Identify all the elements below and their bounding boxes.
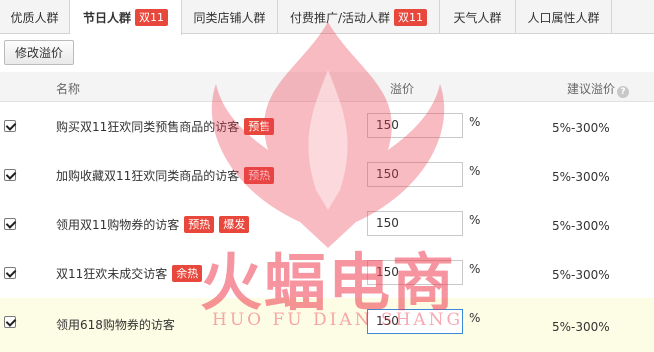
tab-quality-crowd[interactable]: 优质人群 [0, 0, 70, 34]
row-checkbox[interactable] [4, 169, 16, 181]
premium-input[interactable]: 150 [367, 211, 463, 236]
percent-unit: % [469, 164, 481, 178]
tag-afterglow: 余热 [172, 265, 203, 282]
edit-premium-button[interactable]: 修改溢价 [4, 40, 74, 65]
row-checkbox[interactable] [4, 218, 16, 230]
tag-presale: 预售 [244, 118, 275, 135]
header-name: 名称 [56, 82, 81, 96]
suggested-range: 5%-300% [552, 320, 610, 334]
row-checkbox[interactable] [4, 316, 16, 328]
suggested-range: 5%-300% [552, 121, 610, 135]
tab-label: 付费推广/活动人群 [289, 10, 391, 25]
percent-unit: % [469, 213, 481, 227]
row-name-text: 领用双11购物券的访客 [56, 218, 180, 232]
tab-label: 优质人群 [10, 10, 59, 25]
table-row: 领用618购物券的访客 150 % 5%-300% [0, 298, 654, 352]
tab-badge: 双11 [135, 9, 168, 26]
suggested-range: 5%-300% [552, 170, 610, 184]
row-name-text: 购买双11狂欢同类预售商品的访客 [56, 120, 240, 134]
help-icon[interactable]: ? [617, 86, 630, 98]
premium-input[interactable]: 150 [367, 113, 463, 138]
table-row: 领用双11购物券的访客 预热 爆发 150 % 5%-300% [0, 200, 654, 250]
row-name: 领用618购物券的访客 [56, 316, 175, 333]
percent-unit: % [469, 311, 481, 325]
row-name-text: 领用618购物券的访客 [56, 318, 175, 332]
suggested-range: 5%-300% [552, 268, 610, 282]
tab-weather-crowd[interactable]: 天气人群 [440, 0, 516, 34]
percent-unit: % [469, 262, 481, 276]
toolbar: 修改溢价 [0, 35, 654, 72]
tab-similar-shop-crowd[interactable]: 同类店铺人群 [182, 0, 278, 34]
tab-bar: 优质人群 节日人群 双11 同类店铺人群 付费推广/活动人群 双11 天气人群 … [0, 0, 654, 35]
tab-paid-promo-crowd[interactable]: 付费推广/活动人群 双11 [278, 0, 440, 34]
row-name: 加购收藏双11狂欢同类商品的访客 预热 [56, 167, 275, 184]
row-name-text: 加购收藏双11狂欢同类商品的访客 [56, 169, 240, 183]
row-name: 购买双11狂欢同类预售商品的访客 预售 [56, 118, 275, 135]
row-name: 双11狂欢未成交访客 余热 [56, 265, 203, 282]
tab-label: 节日人群 [82, 11, 131, 25]
premium-input[interactable]: 150 [367, 309, 463, 334]
table-row: 购买双11狂欢同类预售商品的访客 预售 150 % 5%-300% [0, 102, 654, 152]
tab-demographic-crowd[interactable]: 人口属性人群 [516, 0, 612, 34]
header-suggested-label: 建议溢价 [567, 82, 616, 96]
tag-warmup: 预热 [184, 216, 215, 233]
tag-warmup: 预热 [244, 167, 275, 184]
tab-festival-crowd[interactable]: 节日人群 双11 [70, 0, 182, 35]
tab-label: 天气人群 [453, 10, 502, 25]
premium-input[interactable]: 150 [367, 260, 463, 285]
tag-burst: 爆发 [219, 216, 250, 233]
table-row: 加购收藏双11狂欢同类商品的访客 预热 150 % 5%-300% [0, 151, 654, 201]
header-suggested: 建议溢价? [567, 80, 630, 98]
table-row: 双11狂欢未成交访客 余热 150 % 5%-300% [0, 249, 654, 299]
table-header: 名称 溢价 建议溢价? [0, 72, 654, 102]
percent-unit: % [469, 115, 481, 129]
tab-badge: 双11 [394, 8, 428, 26]
tab-label: 同类店铺人群 [193, 10, 266, 25]
suggested-range: 5%-300% [552, 219, 610, 233]
tab-label: 人口属性人群 [527, 10, 600, 25]
row-name: 领用双11购物券的访客 预热 爆发 [56, 216, 250, 233]
premium-input[interactable]: 150 [367, 162, 463, 187]
row-name-text: 双11狂欢未成交访客 [56, 267, 168, 281]
row-checkbox[interactable] [4, 120, 16, 132]
row-checkbox[interactable] [4, 267, 16, 279]
header-premium: 溢价 [390, 82, 415, 96]
